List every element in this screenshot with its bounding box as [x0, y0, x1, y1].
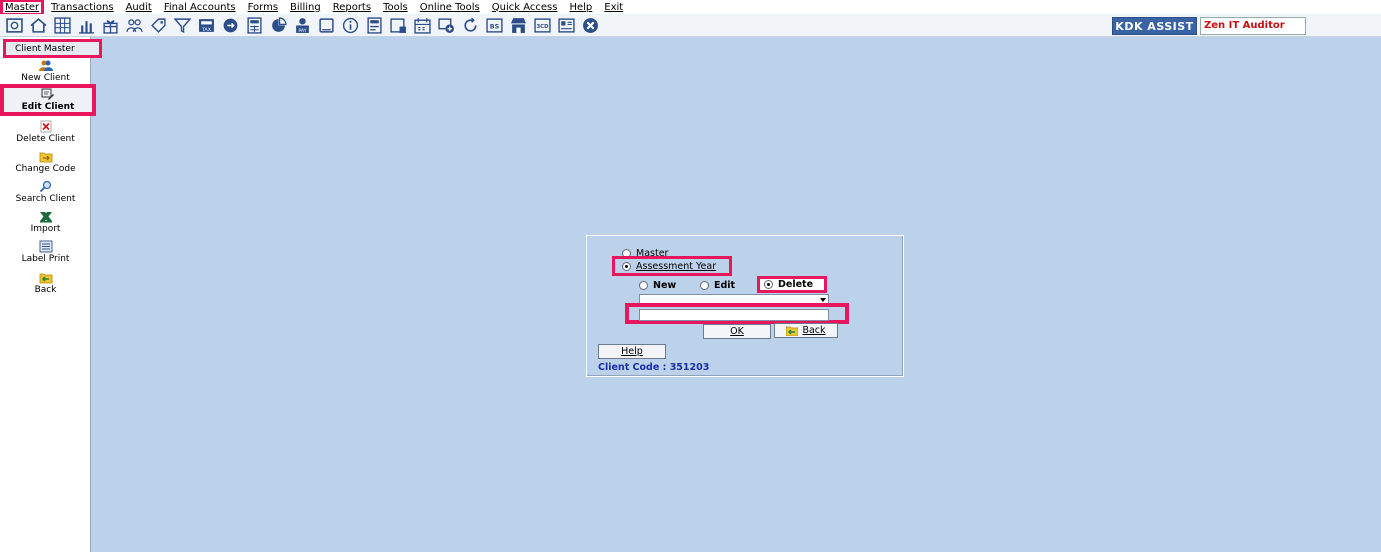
back-icon: [39, 271, 53, 284]
export-icon[interactable]: [437, 16, 455, 34]
radio-edit[interactable]: Edit: [700, 280, 735, 291]
search-client-icon: [39, 180, 53, 193]
menu-transactions[interactable]: Transactions: [49, 2, 115, 13]
sidebar-item-delete-client[interactable]: Delete Client: [0, 120, 91, 144]
bs-icon[interactable]: BS: [485, 16, 503, 34]
3cd-icon[interactable]: 3CD: [533, 16, 551, 34]
sidebar-item-search-client[interactable]: Search Client: [0, 180, 91, 204]
schedule-icon[interactable]: [413, 16, 431, 34]
sidebar-item-change-code[interactable]: Change Code: [0, 150, 91, 174]
delete-client-icon: [39, 120, 53, 133]
capture-icon[interactable]: [5, 16, 23, 34]
menu-tools[interactable]: Tools: [381, 2, 410, 13]
kdk-assist-button[interactable]: KDK ASSIST: [1112, 17, 1197, 35]
radio-delete[interactable]: Delete: [757, 276, 827, 293]
menu-forms[interactable]: Forms: [246, 2, 280, 13]
sidebar-item-label: Back: [34, 285, 57, 295]
back-button-label: Back: [802, 325, 826, 336]
refresh-icon[interactable]: [461, 16, 479, 34]
change-code-icon: [39, 150, 53, 163]
radio-assessment-year[interactable]: Assessment Year: [612, 256, 732, 276]
menu-audit[interactable]: Audit: [124, 2, 154, 13]
label-print-icon: [39, 240, 53, 253]
document-icon[interactable]: [317, 16, 335, 34]
tax-icon[interactable]: TAX: [197, 16, 215, 34]
menu-bar: Master Transactions Audit Final Accounts…: [0, 0, 1381, 16]
sidebar-item-label: Delete Client: [16, 134, 75, 144]
auditor-product-label: Zen IT Auditor: [1200, 17, 1306, 35]
sidebar-item-import[interactable]: Import: [0, 210, 91, 234]
menu-reports[interactable]: Reports: [331, 2, 373, 13]
info-icon[interactable]: [341, 16, 359, 34]
pay-icon[interactable]: PAY: [293, 16, 311, 34]
home-icon[interactable]: [29, 16, 47, 34]
import-excel-icon: [39, 210, 53, 223]
sidebar-item-new-client[interactable]: New Client: [0, 59, 91, 83]
sidebar-header: Client Master: [3, 39, 102, 58]
year-text-field[interactable]: [639, 309, 829, 321]
radio-delete-dot[interactable]: [764, 280, 773, 289]
back-arrow-icon: [786, 325, 799, 336]
sidebar-item-label-print[interactable]: Label Print: [0, 240, 91, 264]
ok-button[interactable]: OK: [703, 324, 771, 339]
sidebar-item-edit-client[interactable]: Edit Client: [0, 84, 96, 116]
radio-edit-label: Edit: [714, 280, 736, 291]
pie-icon[interactable]: [269, 16, 287, 34]
calculator-grid-icon[interactable]: [53, 16, 71, 34]
menu-online-tools[interactable]: Online Tools: [418, 2, 482, 13]
radio-delete-label: Delete: [778, 279, 814, 290]
radio-new-label: New: [653, 280, 677, 291]
sidebar-item-label: Label Print: [21, 254, 70, 264]
filter-icon[interactable]: [173, 16, 191, 34]
chevron-down-icon[interactable]: [820, 298, 826, 302]
help-button[interactable]: Help: [598, 344, 666, 359]
report-icon[interactable]: [365, 16, 383, 34]
radio-new-dot[interactable]: [639, 281, 648, 290]
users-group-icon[interactable]: [125, 16, 143, 34]
menu-final-accounts[interactable]: Final Accounts: [162, 2, 238, 13]
menu-quick-access[interactable]: Quick Access: [490, 2, 560, 13]
menu-master[interactable]: Master: [0, 0, 45, 16]
svg-text:BS: BS: [489, 22, 499, 30]
menu-help[interactable]: Help: [567, 2, 594, 13]
menu-billing[interactable]: Billing: [288, 2, 323, 13]
client-code-label: Client Code : 351203: [598, 362, 710, 373]
calendar-grid-icon[interactable]: [245, 16, 263, 34]
sidebar-item-label: Import: [30, 224, 61, 234]
radio-edit-dot[interactable]: [700, 281, 709, 290]
radio-new[interactable]: New: [639, 280, 676, 291]
menu-exit[interactable]: Exit: [602, 2, 625, 13]
sidebar-item-label: Search Client: [15, 194, 76, 204]
client-year-dialog: Master Assessment Year New Edit Delete O…: [586, 235, 904, 377]
close-circle-icon[interactable]: [581, 16, 599, 34]
chart-window-icon[interactable]: [389, 16, 407, 34]
back-button[interactable]: Back: [774, 323, 838, 338]
sidebar-item-label: Edit Client: [21, 102, 75, 112]
sidebar-item-label: New Client: [21, 73, 70, 83]
radio-assessment-year-dot[interactable]: [622, 261, 631, 271]
radio-assessment-year-label: Assessment Year: [636, 260, 717, 272]
toolbar: TAX PAY BS 3CD KDK ASSIST Zen IT Auditor: [0, 14, 1381, 37]
sidebar-item-label: Change Code: [15, 164, 76, 174]
new-client-icon: [38, 59, 53, 72]
svg-text:TAX: TAX: [200, 26, 211, 32]
gift-icon[interactable]: [101, 16, 119, 34]
tag-icon[interactable]: [149, 16, 167, 34]
edit-client-icon: [41, 88, 55, 101]
store-icon[interactable]: [509, 16, 527, 34]
form-icon[interactable]: [557, 16, 575, 34]
sidebar: Client Master New Client Edit Client Del…: [0, 37, 102, 552]
svg-text:3CD: 3CD: [536, 24, 549, 30]
svg-text:PAY: PAY: [298, 27, 306, 33]
bar-chart-icon[interactable]: [77, 16, 95, 34]
sidebar-item-back[interactable]: Back: [0, 271, 91, 295]
toggle-icon[interactable]: [221, 16, 239, 34]
